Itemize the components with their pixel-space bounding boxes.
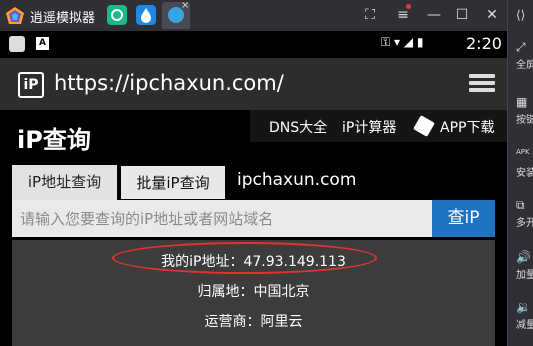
dns-link[interactable]: DNS大全 — [269, 117, 327, 137]
close-icon[interactable]: ✕ — [484, 7, 500, 23]
emulator-title: 逍遥模拟器 — [30, 11, 96, 26]
sidebar-item-volume-down[interactable]: 🔉 减量 — [516, 300, 533, 331]
sidebar-label: 全屏 — [516, 60, 533, 71]
location-value: 中国北京 — [253, 284, 310, 300]
highlight-ellipse — [112, 242, 377, 274]
sidebar-label: 多开 — [516, 218, 533, 229]
site-url[interactable]: https://ipchaxun.com/ — [54, 71, 284, 95]
sidebar-item-keys[interactable]: ▦ 按键 — [516, 95, 533, 126]
fullscreen-icon[interactable]: ⛶ — [362, 7, 378, 23]
app-download-link[interactable]: APP下载 — [440, 117, 494, 137]
app-notification-icon — [9, 36, 25, 52]
emulator-title-bar: 逍遥模拟器 × ⛶ ≡ — ☐ ✕ — [0, 0, 533, 31]
sidebar-item-volume-up[interactable]: 🔊 加量 — [516, 250, 533, 281]
search-input[interactable] — [12, 200, 432, 237]
minimize-icon[interactable]: — — [426, 7, 442, 23]
tab-close-icon[interactable]: × — [181, 0, 189, 11]
sidebar-label: 加量 — [516, 270, 533, 281]
site-brand[interactable]: iP查询 — [17, 120, 91, 155]
android-status-bar: A ⚿ ▾ ◢ ▮ 2:20 — [0, 31, 507, 58]
isp-value: 阿里云 — [260, 314, 303, 330]
result-row-isp: 运营商：阿里云 — [12, 311, 495, 331]
sidebar-label: 按键 — [516, 115, 533, 126]
status-icons: ⚿ ▾ ◢ ▮ — [381, 35, 424, 49]
clock: 2:20 — [466, 34, 502, 53]
volume-up-icon: 🔊 — [516, 250, 531, 264]
result-label: 运营商： — [204, 314, 261, 330]
maximize-icon[interactable]: ☐ — [454, 7, 470, 23]
emulator-logo-icon — [6, 7, 24, 24]
multi-window-icon: ⧉ — [516, 198, 525, 212]
app-tab-1[interactable] — [107, 5, 127, 25]
sidebar-toggle-icon[interactable]: ⟨⟩ — [516, 8, 533, 24]
app-icon — [111, 9, 123, 21]
ip-calculator-link[interactable]: iP计算器 — [342, 117, 396, 137]
sidebar-label: 安装 — [516, 168, 533, 179]
site-topbar: iP https://ipchaxun.com/ — [0, 58, 507, 110]
sidebar-item-fullscreen[interactable]: ⤢ 全屏 — [516, 40, 533, 71]
site-logo-icon[interactable]: iP — [18, 72, 44, 98]
hamburger-menu-icon[interactable] — [469, 74, 495, 94]
app-tab-2[interactable] — [136, 5, 156, 25]
water-drop-icon — [141, 8, 151, 23]
search-button[interactable]: 查iP — [432, 200, 495, 237]
site-name: ipchaxun.com — [237, 170, 357, 190]
sidebar-label: 减量 — [516, 320, 533, 331]
result-row-location: 归属地：中国北京 — [12, 281, 495, 301]
result-label: 归属地： — [197, 284, 254, 300]
top-links: DNS大全 iP计算器 APP下载 — [250, 110, 507, 142]
volume-down-icon: 🔉 — [516, 300, 531, 314]
sidebar-item-install[interactable]: APK 安装 — [516, 148, 533, 179]
tab-ip-lookup[interactable]: iP地址查询 — [12, 165, 117, 200]
keyboard-icon: ▦ — [516, 95, 528, 109]
tab-batch-lookup[interactable]: 批量iP查询 — [121, 166, 225, 199]
sidebar-item-multi[interactable]: ⧉ 多开 — [516, 198, 533, 229]
fullscreen-icon: ⤢ — [516, 40, 526, 54]
a-badge-icon: A — [36, 37, 49, 50]
emulator-sidebar: ⟨⟩ ⤢ 全屏 ▦ 按键 APK 安装 ⧉ 多开 🔊 加量 🔉 减量 — [507, 0, 533, 346]
notification-dot — [406, 4, 411, 9]
apk-icon: APK — [516, 148, 530, 156]
menu-icon[interactable]: ≡ — [395, 7, 411, 23]
